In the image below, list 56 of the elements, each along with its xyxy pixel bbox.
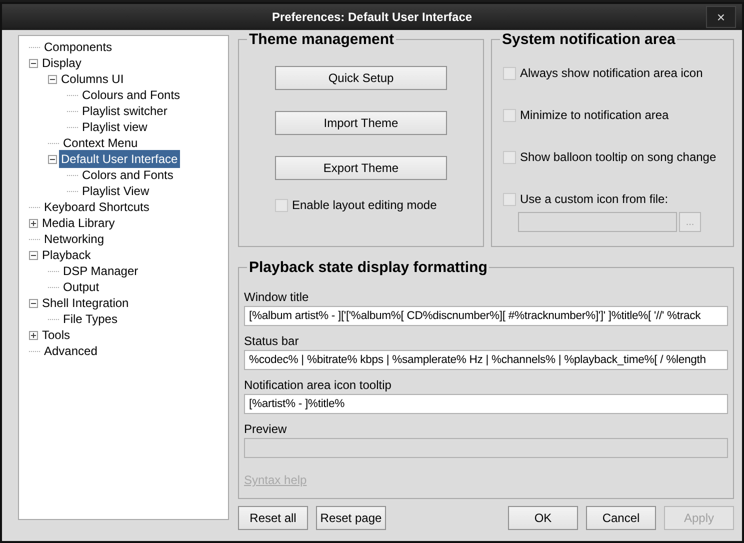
text-field[interactable]: [%album artist% - ]['['%album%[ CD%discnumber%][ #%tracknumber%]']' ]%title%[ '//' %track (244, 306, 728, 326)
tree-item[interactable]: Colours and Fonts (80, 86, 182, 104)
tree-item[interactable]: Shell Integration (40, 294, 131, 312)
tree-item[interactable]: Keyboard Shortcuts (42, 198, 152, 216)
tree-item[interactable]: Default User Interface (59, 150, 180, 168)
tree-item[interactable]: DSP Manager (61, 262, 140, 280)
tree-item[interactable]: Playlist View (80, 182, 152, 200)
text-field[interactable]: %codec% | %bitrate% kbps | %samplerate% Hz | %channels% | %playback_time%[ / %length (244, 350, 728, 370)
minus-box-icon[interactable] (48, 74, 57, 84)
tree-item[interactable]: Display (40, 54, 84, 72)
checkbox-label: Enable layout editing mode (292, 197, 437, 214)
tree-item[interactable]: Playlist switcher (80, 102, 170, 120)
group-title: Playback state display formatting (247, 259, 490, 277)
checkbox-label: Show balloon tooltip on song change (520, 149, 716, 166)
field-label: Window title (244, 290, 310, 304)
import-theme-button[interactable]: Import Theme (275, 111, 447, 135)
tree-item[interactable]: Context Menu (61, 134, 140, 152)
group-title: Theme management (247, 31, 396, 49)
dialog-button[interactable]: Reset page (316, 506, 386, 530)
close-button[interactable]: × (706, 6, 736, 28)
tree-item[interactable]: Components (42, 38, 114, 56)
tree-item[interactable]: Output (61, 278, 102, 296)
minus-box-icon[interactable] (48, 154, 57, 164)
minus-box-icon[interactable] (29, 250, 38, 260)
export-theme-button[interactable]: Export Theme (275, 156, 447, 180)
checkbox-label: Always show notification area icon (520, 65, 703, 82)
checkbox[interactable] (503, 150, 516, 164)
tree-item[interactable]: Tools (40, 326, 72, 344)
tree-item[interactable]: Advanced (42, 342, 100, 360)
plus-box-icon[interactable] (29, 218, 38, 228)
quick-setup-button[interactable]: Quick Setup (275, 66, 447, 90)
checkbox-label: Minimize to notification area (520, 107, 669, 124)
tree-item[interactable]: Playback (40, 246, 93, 264)
checkbox[interactable] (503, 192, 516, 206)
text-field[interactable]: [%artist% - ]%title% (244, 394, 728, 414)
dialog-button[interactable]: Reset all (238, 506, 308, 530)
group-title: System notification area (500, 31, 678, 49)
plus-box-icon[interactable] (29, 330, 38, 340)
minus-box-icon[interactable] (29, 298, 38, 308)
dialog-button[interactable]: Cancel (586, 506, 656, 530)
dialog-button[interactable]: OK (508, 506, 578, 530)
tree-item[interactable]: Networking (42, 230, 106, 248)
checkbox[interactable] (275, 198, 288, 212)
field-label: Status bar (244, 334, 300, 348)
checkbox-label: Use a custom icon from file: (520, 191, 668, 208)
tree-item[interactable]: Columns UI (59, 70, 126, 88)
checkbox[interactable] (503, 66, 516, 80)
field-label: Preview (244, 422, 288, 436)
window-title: Preferences: Default User Interface (272, 9, 472, 26)
field-label: Notification area icon tooltip (244, 378, 392, 392)
tree-item[interactable]: Media Library (40, 214, 117, 232)
tree-item[interactable]: Playlist view (80, 118, 150, 136)
minus-box-icon[interactable] (29, 58, 38, 68)
tree-item[interactable]: File Types (61, 310, 120, 328)
checkbox[interactable] (503, 108, 516, 122)
tree-item[interactable]: Colors and Fonts (80, 166, 176, 184)
